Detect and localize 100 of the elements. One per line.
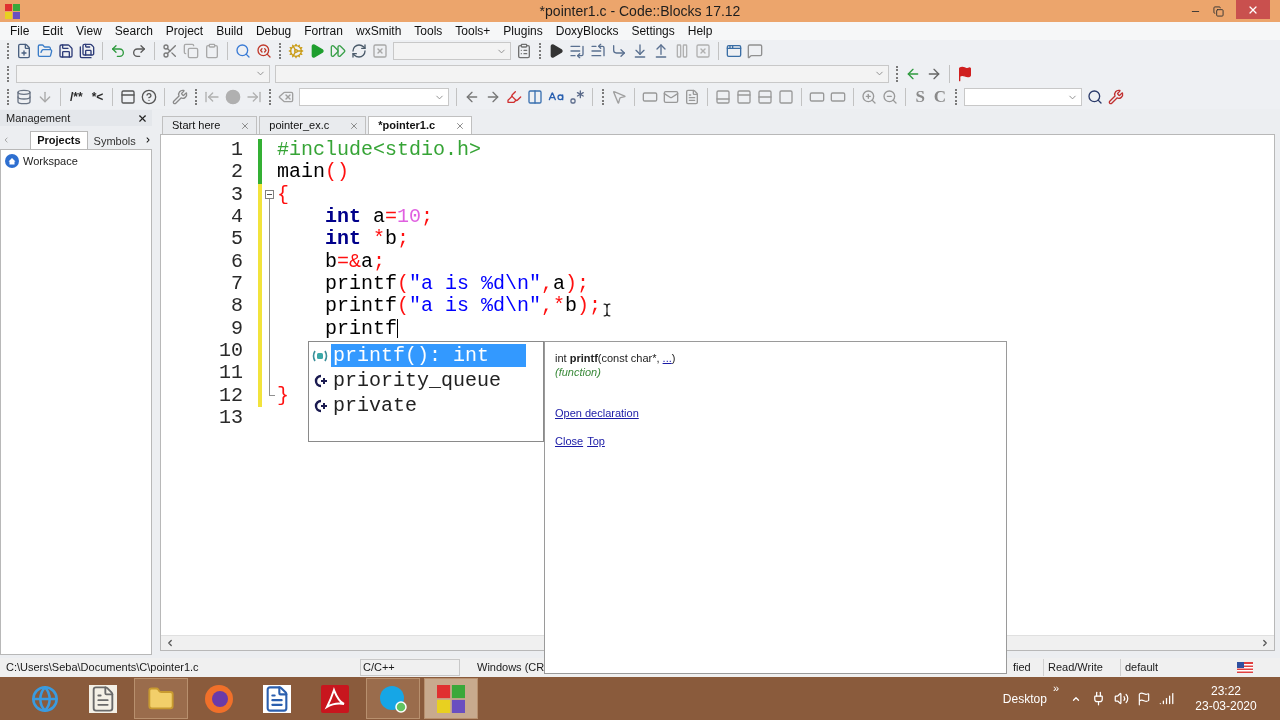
popup-link[interactable]: Close	[555, 434, 584, 448]
code-line: {	[277, 183, 289, 206]
toolbar-grip[interactable]	[955, 89, 958, 105]
delete-icon[interactable]	[278, 89, 295, 105]
menu-item[interactable]: Fortran	[304, 22, 343, 40]
undo-icon[interactable]	[110, 43, 126, 59]
restore-icon[interactable]	[1213, 5, 1224, 17]
help-icon[interactable]	[141, 89, 158, 105]
refresh-icon[interactable]	[351, 43, 367, 59]
rows-icon[interactable]	[757, 89, 774, 105]
taskbar-app-button[interactable]	[366, 678, 420, 719]
desktop-toolbar-label[interactable]: Desktop	[1002, 689, 1047, 708]
close-icon[interactable]	[137, 112, 148, 124]
menu-item[interactable]: Help	[687, 22, 713, 40]
taskbar-app-button[interactable]	[134, 678, 188, 719]
toolbar-grip[interactable]	[269, 89, 272, 105]
clock-time[interactable]: 23:22	[1211, 683, 1241, 699]
envelope-icon[interactable]	[663, 89, 680, 105]
rectangle-icon[interactable]	[809, 89, 826, 105]
wrench-icon[interactable]	[1108, 89, 1125, 105]
app-window-icon[interactable]	[726, 43, 742, 59]
editor-tab[interactable]: pointer_ex.c	[259, 116, 367, 134]
columns-icon[interactable]	[527, 89, 544, 105]
menu-item[interactable]: Plugins	[503, 22, 543, 40]
taskbar-app-button[interactable]	[424, 678, 478, 719]
wrench-icon[interactable]	[172, 89, 189, 105]
toolbar-button[interactable]: /**	[68, 88, 85, 106]
popup-link[interactable]: Top	[587, 434, 605, 448]
clipboard-icon[interactable]	[204, 43, 220, 59]
parameter-link[interactable]: ...	[662, 352, 672, 364]
arrow-down-icon[interactable]	[37, 89, 53, 105]
menu-item[interactable]: Search	[114, 22, 153, 40]
menu-item[interactable]: wxSmith	[355, 22, 402, 40]
flag-icon[interactable]	[957, 65, 973, 82]
redo-icon[interactable]	[131, 43, 147, 59]
highlighter-icon[interactable]	[506, 89, 523, 105]
pause-icon[interactable]	[674, 43, 690, 59]
panel-tab[interactable]: Projects	[30, 131, 88, 149]
square-x-icon[interactable]	[695, 43, 711, 59]
rectangle-icon[interactable]	[830, 89, 847, 105]
menu-item[interactable]: Tools+	[455, 22, 491, 40]
menu-item[interactable]: Tools	[414, 22, 443, 40]
clipboard-list-icon[interactable]	[516, 43, 532, 59]
fast-forward-icon[interactable]	[330, 43, 346, 59]
plug-icon[interactable]	[1091, 691, 1106, 706]
search-code-icon[interactable]	[256, 43, 272, 59]
list-start-icon[interactable]	[590, 43, 606, 59]
scissors-icon[interactable]	[162, 43, 178, 59]
menu-item[interactable]: File	[10, 22, 30, 40]
menu-item[interactable]: Project	[165, 22, 204, 40]
close-button[interactable]	[1236, 0, 1270, 19]
document-icon[interactable]	[684, 89, 701, 105]
corner-arrow-icon[interactable]	[611, 43, 627, 59]
save-icon[interactable]	[58, 43, 74, 59]
database-icon[interactable]	[16, 89, 32, 105]
menu-item[interactable]: Debug	[255, 22, 292, 40]
editor-tab[interactable]: *pointer1.c	[368, 116, 473, 134]
editor-tab[interactable]: Start here	[162, 116, 258, 134]
toolbar-overflow[interactable]: »	[1052, 680, 1059, 697]
regex-icon[interactable]	[569, 89, 586, 105]
arrow-down-to-line-icon[interactable]	[632, 43, 648, 59]
toolbar-grip[interactable]	[602, 89, 605, 105]
toolbar-grip[interactable]	[195, 89, 198, 105]
menu-item[interactable]: View	[76, 22, 102, 40]
completion-item[interactable]: priority_queue	[331, 369, 526, 392]
square-icon[interactable]	[778, 89, 795, 105]
clock-date[interactable]: 23-03-2020	[1195, 698, 1257, 714]
menu-item[interactable]: Build	[216, 22, 243, 40]
play-icon[interactable]	[548, 43, 564, 59]
zoom-out-icon[interactable]	[882, 89, 899, 105]
fold-toggle-icon[interactable]	[265, 190, 274, 200]
scroll-left-icon[interactable]	[2, 134, 11, 146]
list-end-icon[interactable]	[569, 43, 585, 59]
menu-item[interactable]: Edit	[42, 22, 64, 40]
panel-tab[interactable]: Symbols	[87, 133, 142, 149]
menu-item[interactable]: Settings	[631, 22, 675, 40]
open-folder-icon[interactable]	[37, 43, 53, 59]
completion-item[interactable]: private	[331, 394, 526, 417]
menu-item[interactable]: DoxyBlocks	[555, 22, 619, 40]
pointer-arrow-icon[interactable]	[611, 89, 628, 105]
save-all-icon[interactable]	[79, 43, 95, 59]
chevron-left-icon[interactable]	[165, 638, 175, 648]
flag-icon[interactable]	[1137, 691, 1151, 706]
toolbar-button[interactable]: *<	[89, 88, 106, 106]
panel-icon[interactable]	[120, 89, 137, 105]
speaker-icon[interactable]	[1114, 691, 1129, 706]
cog-icon[interactable]	[288, 43, 304, 59]
panel-top-icon[interactable]	[736, 89, 753, 105]
open-declaration-link[interactable]: Open declaration	[555, 406, 639, 420]
square-x-icon[interactable]	[372, 43, 388, 59]
chevron-right-icon[interactable]	[1260, 638, 1270, 648]
signal-icon[interactable]	[1159, 691, 1174, 706]
rectangle-icon[interactable]	[642, 89, 659, 105]
panel-bottom-icon[interactable]	[715, 89, 732, 105]
zoom-in-icon[interactable]	[861, 89, 878, 105]
search-icon[interactable]	[1087, 89, 1104, 105]
copy-icon[interactable]	[183, 43, 199, 59]
new-file-icon[interactable]	[16, 43, 32, 59]
dot-icon[interactable]	[225, 89, 242, 105]
tree-item[interactable]: Workspace	[23, 152, 78, 170]
